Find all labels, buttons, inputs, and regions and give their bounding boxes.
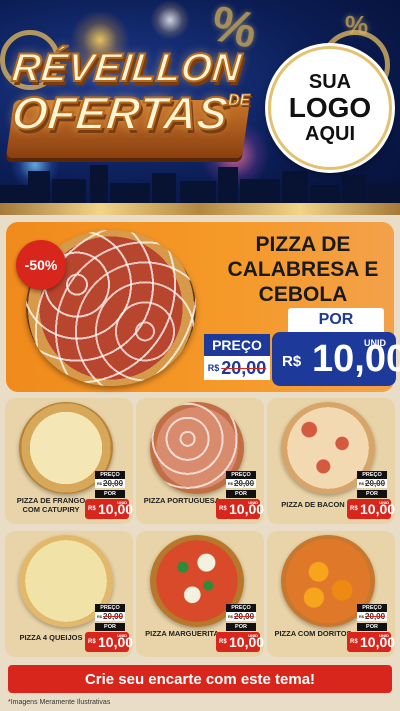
por-label: POR bbox=[357, 623, 387, 631]
por-label: POR bbox=[288, 308, 384, 332]
old-price-value: 20,00 bbox=[103, 612, 124, 621]
price-value: 10,00 bbox=[98, 634, 134, 650]
unit-label: UNID bbox=[248, 500, 258, 505]
price-value: 10,00 bbox=[229, 634, 265, 650]
create-flyer-button[interactable]: Crie seu encarte com este tema! bbox=[8, 665, 392, 693]
unit-label: UNID bbox=[117, 500, 127, 505]
logo-placeholder[interactable]: SUA LOGO AQUI bbox=[268, 46, 392, 170]
disclaimer-text: *Imagens Meramente Ilustrativas bbox=[8, 699, 111, 706]
logo-text-line-2: LOGO bbox=[288, 91, 372, 123]
price-currency: R$ bbox=[282, 353, 302, 370]
price-value: 10,00 bbox=[229, 501, 265, 517]
new-price: R$ 10,00 UNID bbox=[85, 499, 133, 519]
price-currency: R$ bbox=[350, 639, 358, 645]
logo-text-line-3: AQUI bbox=[305, 123, 355, 146]
price-value: 10,00 bbox=[360, 501, 396, 517]
page-title: RÉVEILLON OFERTAS DE bbox=[8, 45, 262, 140]
preco-label: PREÇO bbox=[204, 334, 270, 356]
product-name: PIZZA 4 QUEIJOS bbox=[19, 633, 83, 642]
city-skyline bbox=[0, 165, 400, 205]
product-card[interactable]: PIZZA PORTUGUESA PREÇO R$ 20,00 POR R$ 10,… bbox=[136, 398, 264, 524]
old-price-value: 20,00 bbox=[221, 357, 267, 378]
preco-label: PREÇO bbox=[226, 471, 256, 479]
product-card[interactable]: PIZZA MARGUERITA PREÇO R$ 20,00 POR R$ 10,… bbox=[136, 531, 264, 657]
preco-label: PREÇO bbox=[357, 604, 387, 612]
gold-divider bbox=[0, 203, 400, 215]
new-price: R$ 10,00 UNID bbox=[347, 499, 395, 519]
old-price: R$ 20,00 bbox=[226, 612, 256, 621]
product-name: PIZZA DE BACON bbox=[281, 500, 345, 509]
unit-label: UNID bbox=[379, 633, 389, 638]
featured-product-name: PIZZA DE CALABRESA E CEBOLA bbox=[227, 233, 379, 307]
header-banner: % % RÉVEILLON OFERTAS DE SUA LOGO AQUI bbox=[0, 0, 400, 215]
price-currency: R$ bbox=[219, 639, 227, 645]
old-price-currency: R$ bbox=[96, 614, 103, 619]
price-value: 10,00 bbox=[98, 501, 134, 517]
unit-label: UNID bbox=[379, 500, 389, 505]
featured-offer[interactable]: -50% PIZZA DE CALABRESA E CEBOLA POR PRE… bbox=[6, 222, 400, 392]
title-line-1: RÉVEILLON bbox=[9, 45, 245, 91]
old-price: R$ 20,00 bbox=[357, 612, 387, 621]
old-price: R$ 20,00 bbox=[95, 612, 125, 621]
product-name: PIZZA MARGUERITA bbox=[145, 629, 219, 638]
price-value: 10,00 bbox=[312, 338, 400, 380]
old-price-value: 20,00 bbox=[365, 612, 386, 621]
old-price-currency: R$ bbox=[227, 481, 234, 486]
old-price-currency: R$ bbox=[358, 614, 365, 619]
por-label: POR bbox=[95, 623, 125, 631]
old-price-currency: R$ bbox=[358, 481, 365, 486]
product-card[interactable]: PIZZA COM DORITOS PREÇO R$ 20,00 POR R$ 10… bbox=[267, 531, 395, 657]
old-price: R$ 20,00 bbox=[357, 479, 387, 488]
percent-icon: % bbox=[345, 10, 369, 40]
old-price: R$ 20,00 bbox=[95, 479, 125, 488]
logo-text-line-1: SUA bbox=[308, 70, 352, 93]
new-price: UNID R$ 10,00 bbox=[272, 332, 400, 386]
old-price: R$ 20,00 bbox=[204, 356, 270, 380]
preco-label: PREÇO bbox=[95, 471, 125, 479]
new-price: R$ 10,00 UNID bbox=[85, 632, 133, 652]
old-price-value: 20,00 bbox=[365, 479, 386, 488]
price-value: 10,00 bbox=[360, 634, 396, 650]
product-name: PIZZA COM DORITOS bbox=[274, 629, 352, 638]
discount-badge: -50% bbox=[16, 240, 66, 290]
old-price: R$ 20,00 bbox=[226, 479, 256, 488]
unit-label: UNID bbox=[117, 633, 127, 638]
por-label: POR bbox=[95, 490, 125, 498]
product-card[interactable]: PIZZA DE BACON PREÇO R$ 20,00 POR R$ 10,00… bbox=[267, 398, 395, 524]
old-price-currency: R$ bbox=[207, 363, 220, 373]
preco-label: PREÇO bbox=[226, 604, 256, 612]
title-de: DE bbox=[227, 92, 251, 110]
por-label: POR bbox=[226, 490, 256, 498]
price-currency: R$ bbox=[219, 506, 227, 512]
product-card[interactable]: PIZZA 4 QUEIJOS PREÇO R$ 20,00 POR R$ 10,0… bbox=[5, 531, 133, 657]
unit-label: UNID bbox=[248, 633, 258, 638]
por-label: POR bbox=[357, 490, 387, 498]
old-price-currency: R$ bbox=[227, 614, 234, 619]
firework-decoration bbox=[150, 0, 190, 40]
product-name: PIZZA DE FRANGO COM CATUPIRY bbox=[16, 496, 86, 514]
new-price: R$ 10,00 UNID bbox=[216, 632, 264, 652]
new-price: R$ 10,00 UNID bbox=[216, 499, 264, 519]
new-price: R$ 10,00 UNID bbox=[347, 632, 395, 652]
price-currency: R$ bbox=[88, 639, 96, 645]
old-price-value: 20,00 bbox=[234, 612, 255, 621]
old-price-value: 20,00 bbox=[103, 479, 124, 488]
old-price-currency: R$ bbox=[96, 481, 103, 486]
old-price-value: 20,00 bbox=[234, 479, 255, 488]
title-line-2: OFERTAS bbox=[8, 86, 231, 140]
price-currency: R$ bbox=[88, 506, 96, 512]
preco-label: PREÇO bbox=[357, 471, 387, 479]
por-label: POR bbox=[226, 623, 256, 631]
preco-label: PREÇO bbox=[95, 604, 125, 612]
product-name: PIZZA PORTUGUESA bbox=[143, 496, 221, 505]
product-card[interactable]: PIZZA DE FRANGO COM CATUPIRY PREÇO R$ 20,… bbox=[5, 398, 133, 524]
price-currency: R$ bbox=[350, 506, 358, 512]
